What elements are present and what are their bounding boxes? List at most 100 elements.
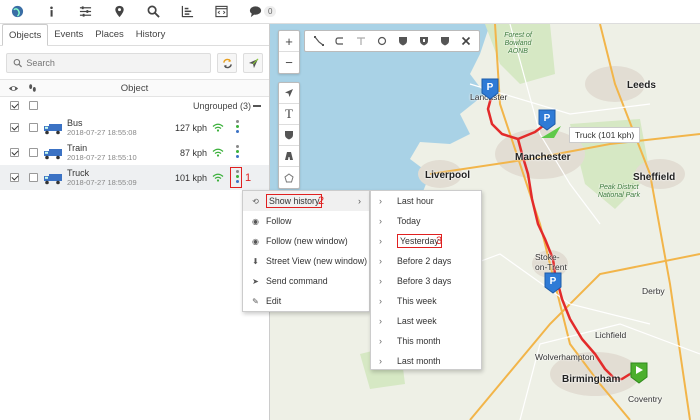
chevron-right-icon: › — [379, 276, 382, 286]
tab-events[interactable]: Events — [48, 24, 89, 45]
object-name: Train — [67, 143, 88, 153]
annotation-label-3: 3 — [436, 235, 443, 247]
sliders-icon[interactable] — [68, 0, 102, 24]
menu-show-history[interactable]: ⟲ Show history › — [243, 191, 369, 211]
search-box — [6, 53, 211, 73]
shield-alt-icon[interactable] — [414, 32, 433, 50]
annotation-label-2: 2 — [318, 195, 325, 207]
navigation-arrow-icon — [248, 58, 258, 68]
route-icon[interactable] — [330, 32, 349, 50]
object-follow-checkbox[interactable] — [29, 148, 38, 157]
menu-follow-new-window[interactable]: ◉ Follow (new window) — [243, 231, 369, 251]
zoom-out-button[interactable]: − — [279, 52, 299, 73]
object-visible-checkbox[interactable] — [10, 173, 19, 182]
place-label: Leeds — [627, 80, 656, 91]
search-row — [0, 46, 269, 79]
shield-check-icon[interactable] — [279, 125, 299, 146]
object-time: 2018-07-27 18:55:08 — [67, 128, 137, 137]
object-row-train[interactable]: Train 2018-07-27 18:55:10 87 kph — [0, 140, 269, 165]
history-this-month[interactable]: › This month — [371, 331, 481, 351]
map-tools: T — [278, 82, 300, 189]
parking-pin[interactable]: P — [481, 78, 499, 100]
measure-icon[interactable] — [351, 32, 370, 50]
place-label: Manchester — [515, 152, 571, 163]
shield-icon[interactable] — [393, 32, 412, 50]
follow-icon: ◉ — [252, 236, 259, 246]
code-window-icon[interactable] — [204, 0, 238, 24]
road-icon[interactable] — [279, 146, 299, 167]
chevron-right-icon: › — [379, 216, 382, 226]
object-row-bus[interactable]: Bus 2018-07-27 18:55:08 127 kph — [0, 115, 269, 140]
history-last-hour[interactable]: › Last hour — [371, 191, 481, 211]
submenu-item-label: Last hour — [397, 196, 434, 206]
collapse-icon[interactable] — [253, 105, 261, 107]
text-tool-icon[interactable]: T — [279, 104, 299, 125]
map-marker-icon[interactable] — [102, 0, 136, 24]
chevron-right-icon: › — [358, 196, 361, 206]
object-name: Bus — [67, 118, 83, 128]
history-last-week[interactable]: › Last week — [371, 311, 481, 331]
history-submenu: › Last hour › Today › Yesterday › Before 2 d… — [370, 190, 482, 370]
circle-icon[interactable] — [372, 32, 391, 50]
history-this-week[interactable]: › This week — [371, 291, 481, 311]
menu-item-label: Show history — [266, 194, 323, 208]
navigate-icon[interactable] — [279, 83, 299, 104]
place-label: Stoke-on-Trent — [535, 252, 567, 272]
menu-send-command[interactable]: ➤ Send command — [243, 271, 369, 291]
signal-icon — [212, 148, 224, 157]
pin-drop-icon[interactable] — [435, 32, 454, 50]
menu-item-label: Street View (new window) — [266, 256, 368, 266]
truck-icon — [44, 174, 62, 185]
group-row: Ungrouped (3) — [0, 97, 269, 115]
object-column-header[interactable]: Object — [0, 83, 269, 94]
history-today[interactable]: › Today — [371, 211, 481, 231]
menu-edit[interactable]: ✎ Edit — [243, 291, 369, 311]
svg-text:P: P — [487, 82, 494, 93]
tab-objects[interactable]: Objects — [2, 24, 49, 46]
object-visible-checkbox[interactable] — [10, 123, 19, 132]
object-menu-dots[interactable] — [234, 119, 240, 136]
signal-icon — [212, 123, 224, 132]
object-visible-checkbox[interactable] — [10, 148, 19, 157]
pencil-icon: ✎ — [252, 296, 259, 306]
close-icon[interactable] — [456, 32, 475, 50]
chart-icon[interactable] — [170, 0, 204, 24]
group-follow-checkbox[interactable] — [29, 101, 38, 110]
polygon-icon[interactable] — [279, 167, 299, 188]
search-icon[interactable] — [136, 0, 170, 24]
object-follow-checkbox[interactable] — [29, 173, 38, 182]
place-label: Peak District National Park — [597, 184, 641, 199]
search-input[interactable] — [26, 58, 210, 68]
history-before-2-days[interactable]: › Before 2 days — [371, 251, 481, 271]
submenu-item-label: Last month — [397, 356, 441, 366]
street-view-icon: ⬇ — [252, 256, 259, 266]
globe-icon[interactable] — [0, 0, 34, 24]
history-yesterday[interactable]: › Yesterday — [371, 231, 481, 251]
tab-history[interactable]: History — [130, 24, 172, 45]
place-label: Sheffield — [633, 172, 676, 183]
object-row-truck[interactable]: Truck 2018-07-27 18:55:09 101 kph — [0, 165, 269, 190]
history-icon: ⟲ — [252, 196, 259, 206]
truck-position-arrow-icon[interactable] — [540, 125, 562, 139]
object-menu-dots[interactable] — [234, 144, 240, 161]
start-play-pin[interactable] — [630, 362, 648, 384]
object-context-menu: ⟲ Show history › ◉ Follow ◉ Follow (new … — [242, 190, 370, 312]
menu-street-view[interactable]: ⬇ Street View (new window) — [243, 251, 369, 271]
zoom-in-button[interactable]: + — [279, 31, 299, 52]
history-last-month[interactable]: › Last month — [371, 351, 481, 371]
polyline-icon[interactable] — [309, 32, 328, 50]
object-follow-checkbox[interactable] — [29, 123, 38, 132]
info-icon[interactable] — [34, 0, 68, 24]
history-before-3-days[interactable]: › Before 3 days — [371, 271, 481, 291]
chevron-right-icon: › — [379, 356, 382, 366]
tab-places[interactable]: Places — [89, 24, 130, 45]
group-visible-checkbox[interactable] — [10, 101, 19, 110]
panel-tabs: Objects Events Places History — [0, 24, 269, 46]
search-icon — [13, 58, 22, 68]
refresh-button[interactable] — [217, 53, 237, 73]
object-time: 2018-07-27 18:55:09 — [67, 178, 137, 187]
place-label: Birmingham — [562, 374, 621, 385]
parking-pin[interactable]: P — [544, 272, 562, 294]
locate-button[interactable] — [243, 53, 263, 73]
menu-follow[interactable]: ◉ Follow — [243, 211, 369, 231]
